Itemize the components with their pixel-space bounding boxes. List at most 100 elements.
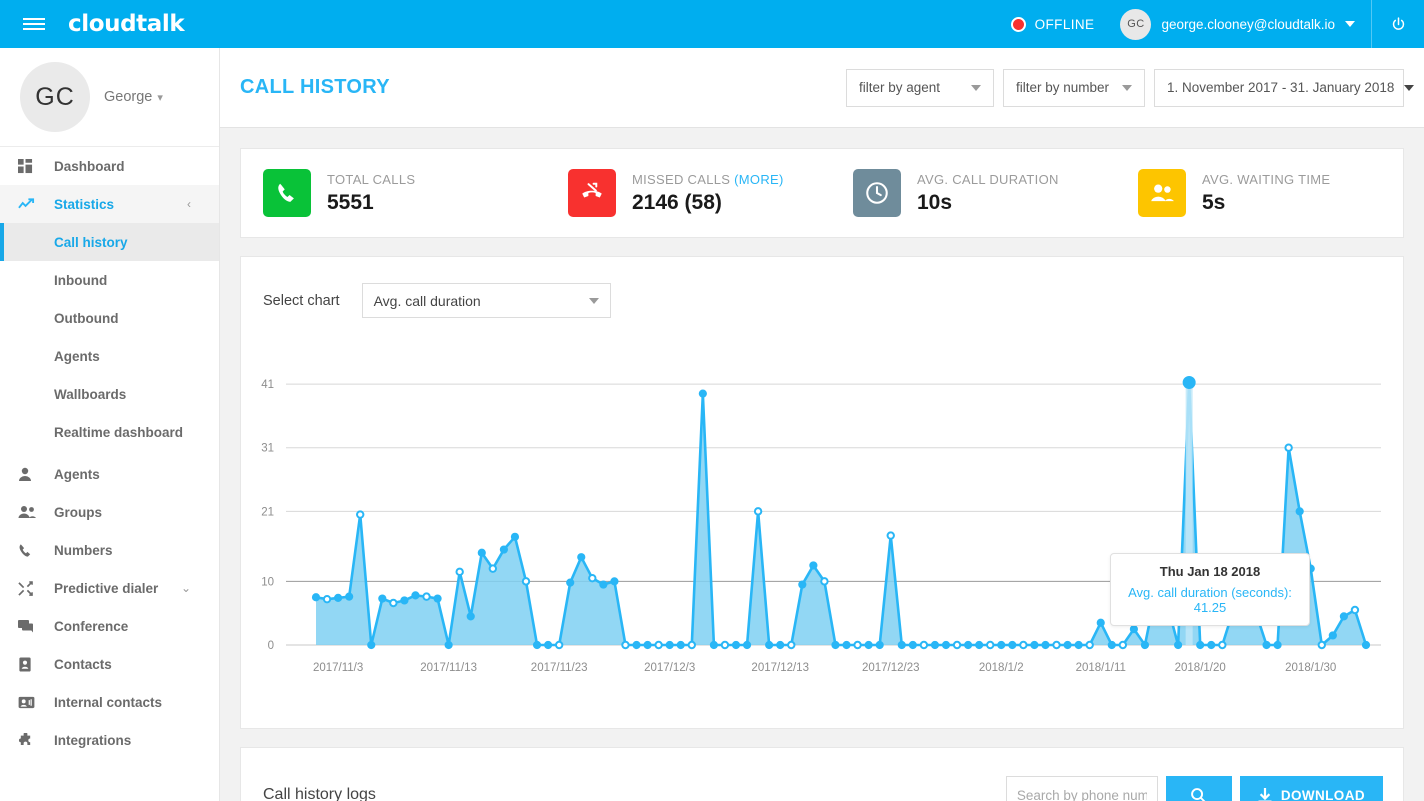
sidebar-profile[interactable]: GC George ▾ <box>0 48 219 147</box>
chart-data-point[interactable] <box>324 596 330 602</box>
chart-data-point[interactable] <box>534 642 541 649</box>
chart-data-point[interactable] <box>1064 642 1071 649</box>
chart-data-point[interactable] <box>1009 642 1016 649</box>
chart-data-point[interactable] <box>1108 642 1115 649</box>
chart-data-point[interactable] <box>611 578 618 585</box>
filter-by-number-select[interactable]: filter by number <box>1003 69 1145 107</box>
user-menu[interactable]: GC george.clooney@cloudtalk.io <box>1112 9 1371 40</box>
chart-data-point[interactable] <box>865 642 872 649</box>
chart-data-point[interactable] <box>888 532 894 538</box>
sidebar-item-wallboards[interactable]: Wallboards <box>0 375 219 413</box>
chart-data-point[interactable] <box>1097 619 1104 626</box>
chart-data-point[interactable] <box>777 642 784 649</box>
chart-data-point[interactable] <box>379 595 386 602</box>
sidebar-item-contacts[interactable]: Contacts <box>0 645 219 683</box>
chart-data-point[interactable] <box>1285 445 1291 451</box>
chart-data-point[interactable] <box>490 565 496 571</box>
sidebar-item-outbound[interactable]: Outbound <box>0 299 219 337</box>
chart-data-point[interactable] <box>390 600 396 606</box>
chart-data-point[interactable] <box>689 642 695 648</box>
chart-data-point[interactable] <box>1329 632 1336 639</box>
chart-data-point[interactable] <box>478 549 485 556</box>
chart-data-point[interactable] <box>655 642 661 648</box>
chart-data-point[interactable] <box>633 642 640 649</box>
sidebar-item-groups[interactable]: Groups <box>0 493 219 531</box>
sidebar-item-integrations[interactable]: Integrations <box>0 721 219 759</box>
chart-data-point[interactable] <box>1175 642 1182 649</box>
chart-data-point[interactable] <box>1130 626 1137 633</box>
sidebar-item-predictive-dialer[interactable]: Predictive dialer ⌄ <box>0 569 219 607</box>
chart-data-point[interactable] <box>976 642 983 649</box>
chart-data-point[interactable] <box>1142 642 1149 649</box>
chart-data-point[interactable] <box>909 642 916 649</box>
chart-data-point[interactable] <box>898 642 905 649</box>
sidebar-item-agents[interactable]: Agents <box>0 455 219 493</box>
chart-data-point[interactable] <box>733 642 740 649</box>
chart-data-point[interactable] <box>921 642 927 648</box>
chart-data-point[interactable] <box>1352 607 1358 613</box>
chart-data-point[interactable] <box>445 642 452 649</box>
chart-data-point[interactable] <box>843 642 850 649</box>
chart-data-point[interactable] <box>954 642 960 648</box>
chart-data-point[interactable] <box>500 546 507 553</box>
chart-data-point[interactable] <box>1274 642 1281 649</box>
chart-data-point[interactable] <box>346 593 353 600</box>
chart-data-point[interactable] <box>766 642 773 649</box>
chart-data-point[interactable] <box>1219 642 1225 648</box>
chart-data-point[interactable] <box>854 642 860 648</box>
chart-data-point[interactable] <box>423 593 429 599</box>
chart-data-point[interactable] <box>722 642 728 648</box>
chart-data-point[interactable] <box>567 579 574 586</box>
chart-data-point[interactable] <box>1042 642 1049 649</box>
chart-data-point[interactable] <box>1296 508 1303 515</box>
chart-data-point[interactable] <box>1319 642 1325 648</box>
date-range-picker[interactable]: 1. November 2017 - 31. January 2018 <box>1154 69 1404 107</box>
sidebar-item-inbound[interactable]: Inbound <box>0 261 219 299</box>
chart-data-point[interactable] <box>512 533 519 540</box>
chart-data-point[interactable] <box>556 642 562 648</box>
sidebar-item-numbers[interactable]: Numbers <box>0 531 219 569</box>
chart-data-point[interactable] <box>821 578 827 584</box>
chart-data-point[interactable] <box>1120 642 1126 648</box>
brand-logo[interactable]: cloudtalk <box>68 11 184 37</box>
filter-by-agent-select[interactable]: filter by agent <box>846 69 994 107</box>
chart-type-select[interactable]: Avg. call duration <box>362 283 611 318</box>
chart-data-point[interactable] <box>677 642 684 649</box>
chart-data-point[interactable] <box>832 642 839 649</box>
kpi-more-link[interactable]: (MORE) <box>734 172 783 187</box>
chart-data-point[interactable] <box>987 642 993 648</box>
chart-data-point[interactable] <box>1263 642 1270 649</box>
chart-data-point[interactable] <box>1340 613 1347 620</box>
chart-data-point[interactable] <box>1363 642 1370 649</box>
chart-data-point[interactable] <box>313 594 320 601</box>
chart-data-point[interactable] <box>523 578 529 584</box>
download-button[interactable]: DOWNLOAD <box>1240 776 1383 801</box>
sidebar-item-call-history[interactable]: Call history <box>0 223 219 261</box>
chart-data-point[interactable] <box>699 390 706 397</box>
sidebar-username[interactable]: George ▾ <box>104 89 163 105</box>
chart-data-point[interactable] <box>412 592 419 599</box>
chart-data-point[interactable] <box>799 581 806 588</box>
chart-data-point[interactable] <box>876 642 883 649</box>
chart-data-point[interactable] <box>943 642 950 649</box>
chart-data-point[interactable] <box>710 642 717 649</box>
chart-data-point[interactable] <box>545 642 552 649</box>
chart-data-point[interactable] <box>644 642 651 649</box>
chart-data-point[interactable] <box>622 642 628 648</box>
chart-data-point[interactable] <box>578 554 585 561</box>
chart-data-point[interactable] <box>456 569 462 575</box>
avg-call-duration-chart[interactable]: 0102131412017/11/32017/11/132017/11/2320… <box>241 357 1403 707</box>
chart-data-point[interactable] <box>1053 642 1059 648</box>
chart-data-point[interactable] <box>1020 642 1026 648</box>
chart-data-point[interactable] <box>1031 642 1038 649</box>
chart-data-point[interactable] <box>600 581 607 588</box>
sidebar-item-conference[interactable]: Conference <box>0 607 219 645</box>
chart-data-point[interactable] <box>1086 642 1092 648</box>
chart-data-point[interactable] <box>666 642 673 649</box>
sidebar-item-statistics[interactable]: Statistics ‹ <box>0 185 219 223</box>
search-input[interactable] <box>1006 776 1158 801</box>
menu-toggle-icon[interactable] <box>0 0 68 48</box>
chart-data-point[interactable] <box>589 575 595 581</box>
chart-data-point[interactable] <box>965 642 972 649</box>
chart-data-point[interactable] <box>998 642 1005 649</box>
